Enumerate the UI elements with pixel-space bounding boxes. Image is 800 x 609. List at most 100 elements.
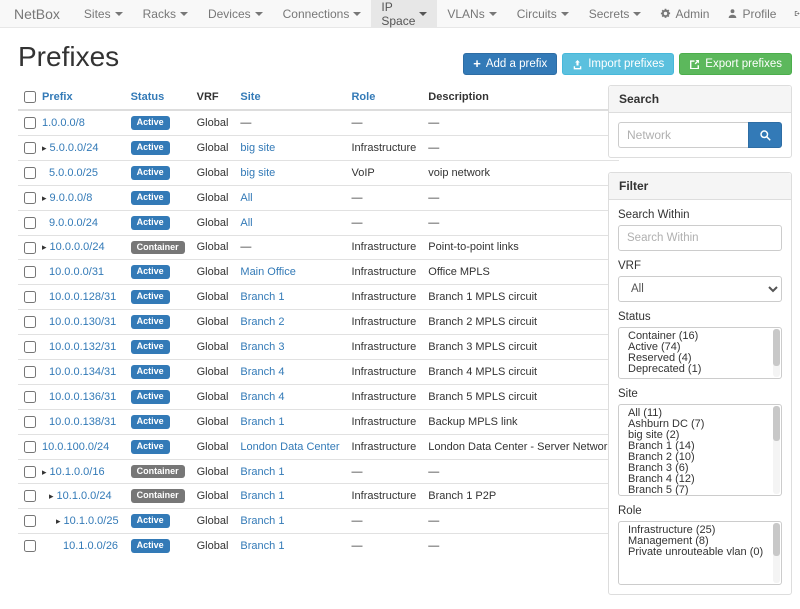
multiselect-option[interactable]: Management (8): [619, 536, 781, 547]
site-link[interactable]: All: [240, 217, 252, 229]
site-cell: All: [234, 210, 345, 235]
row-checkbox[interactable]: [24, 142, 36, 154]
search-input[interactable]: [618, 122, 748, 148]
nav-item-connections[interactable]: Connections: [273, 0, 372, 27]
role-cell: —: [345, 534, 422, 558]
prefix-link[interactable]: 10.1.0.0/24: [57, 490, 112, 502]
import-prefixes-button[interactable]: Import prefixes: [562, 53, 674, 75]
nav-item-secrets[interactable]: Secrets: [579, 0, 652, 27]
multiselect-option[interactable]: Deprecated (1): [619, 364, 781, 375]
site-link[interactable]: Branch 1: [240, 490, 284, 502]
nav-item-vlans[interactable]: VLANs: [437, 0, 506, 27]
prefix-link[interactable]: 5.0.0.0/24: [50, 142, 99, 154]
scrollbar[interactable]: [773, 523, 780, 583]
row-checkbox[interactable]: [24, 416, 36, 428]
prefix-link[interactable]: 10.0.0.128/31: [49, 291, 116, 303]
site-link[interactable]: big site: [240, 142, 275, 154]
filter-multiselect-role[interactable]: Infrastructure (25)Management (8)Private…: [618, 521, 782, 585]
scrollbar-thumb[interactable]: [773, 523, 780, 556]
nav-item-profile[interactable]: Profile: [718, 0, 785, 27]
row-checkbox[interactable]: [24, 540, 36, 552]
site-link[interactable]: Branch 1: [240, 466, 284, 478]
add-prefix-button[interactable]: + Add a prefix: [463, 53, 557, 75]
prefix-link[interactable]: 1.0.0.0/8: [42, 117, 85, 129]
prefix-link[interactable]: 10.0.0.132/31: [49, 341, 116, 353]
site-link[interactable]: London Data Center: [240, 441, 339, 453]
status-badge: Active: [131, 290, 170, 304]
prefix-link[interactable]: 9.0.0.0/24: [49, 217, 98, 229]
multiselect-option[interactable]: Infrastructure (25): [619, 525, 781, 536]
scrollbar-thumb[interactable]: [773, 406, 780, 441]
site-link[interactable]: Branch 2: [240, 316, 284, 328]
status-badge: Container: [131, 465, 185, 479]
brand-logo[interactable]: NetBox: [14, 0, 60, 27]
site-link[interactable]: Branch 1: [240, 515, 284, 527]
site-link[interactable]: big site: [240, 167, 275, 179]
nav-item-admin[interactable]: Admin: [651, 0, 718, 27]
row-checkbox[interactable]: [24, 441, 36, 453]
multiselect-option[interactable]: Private unrouteable vlan (0): [619, 547, 781, 558]
row-checkbox[interactable]: [24, 490, 36, 502]
row-checkbox[interactable]: [24, 117, 36, 129]
export-prefixes-button[interactable]: Export prefixes: [679, 53, 792, 75]
scrollbar-thumb[interactable]: [773, 329, 780, 366]
column-header-role[interactable]: Role: [345, 85, 422, 110]
nav-item-circuits[interactable]: Circuits: [507, 0, 579, 27]
prefix-link[interactable]: 10.0.0.0/24: [50, 241, 105, 253]
nav-item-racks[interactable]: Racks: [133, 0, 198, 27]
filter-multiselect-status[interactable]: Container (16)Active (74)Reserved (4)Dep…: [618, 327, 782, 379]
site-link[interactable]: Branch 1: [240, 416, 284, 428]
column-header-prefix[interactable]: Prefix: [36, 85, 125, 110]
prefix-link[interactable]: 10.0.0.134/31: [49, 366, 116, 378]
column-header-site[interactable]: Site: [234, 85, 345, 110]
row-checkbox[interactable]: [24, 192, 36, 204]
row-checkbox[interactable]: [24, 466, 36, 478]
role-cell: Infrastructure: [345, 260, 422, 285]
row-checkbox[interactable]: [24, 266, 36, 278]
nav-item-devices[interactable]: Devices: [198, 0, 273, 27]
column-header-status[interactable]: Status: [125, 85, 191, 110]
table-row: ▸10.1.0.0/24ContainerGlobalBranch 1Infra…: [18, 484, 619, 509]
prefix-link[interactable]: 10.0.0.0/31: [49, 266, 104, 278]
select-all-checkbox[interactable]: [24, 91, 36, 103]
prefix-link[interactable]: 10.1.0.0/25: [64, 515, 119, 527]
row-checkbox[interactable]: [24, 515, 36, 527]
table-row: ▸9.0.0.0/8ActiveGlobalAll——: [18, 185, 619, 210]
prefix-link[interactable]: 10.0.0.138/31: [49, 416, 116, 428]
search-button[interactable]: [748, 122, 782, 148]
row-checkbox[interactable]: [24, 291, 36, 303]
prefix-link[interactable]: 10.1.0.0/26: [63, 540, 118, 552]
site-link[interactable]: Branch 3: [240, 341, 284, 353]
prefix-link[interactable]: 10.0.0.136/31: [49, 391, 116, 403]
site-link[interactable]: Branch 4: [240, 366, 284, 378]
row-checkbox[interactable]: [24, 366, 36, 378]
filter-multiselect-site[interactable]: All (11)Ashburn DC (7)big site (2)Branch…: [618, 404, 782, 496]
site-link[interactable]: Branch 1: [240, 540, 284, 552]
site-link[interactable]: Branch 4: [240, 391, 284, 403]
nav-item-label: Sites: [84, 7, 111, 21]
table-row: 10.0.0.138/31ActiveGlobalBranch 1Infrast…: [18, 409, 619, 434]
prefix-link[interactable]: 10.0.100.0/24: [42, 441, 109, 453]
nav-item-sites[interactable]: Sites: [74, 0, 133, 27]
row-checkbox[interactable]: [24, 391, 36, 403]
filter-select-vrf[interactable]: All: [618, 276, 782, 302]
site-link[interactable]: Branch 1: [240, 291, 284, 303]
prefix-link[interactable]: 9.0.0.0/8: [50, 192, 93, 204]
prefix-link[interactable]: 5.0.0.0/25: [49, 167, 98, 179]
nav-item-ip-space[interactable]: IP Space: [371, 0, 437, 27]
nav-item-log-out[interactable]: Log out: [785, 0, 800, 27]
vrf-cell: Global: [191, 310, 235, 335]
table-row: 10.0.0.130/31ActiveGlobalBranch 2Infrast…: [18, 310, 619, 335]
row-checkbox[interactable]: [24, 217, 36, 229]
row-checkbox[interactable]: [24, 316, 36, 328]
scrollbar[interactable]: [773, 329, 780, 377]
row-checkbox[interactable]: [24, 341, 36, 353]
filter-input-search-within[interactable]: [618, 225, 782, 251]
row-checkbox[interactable]: [24, 167, 36, 179]
site-link[interactable]: Main Office: [240, 266, 295, 278]
prefix-link[interactable]: 10.0.0.130/31: [49, 316, 116, 328]
site-link[interactable]: All: [240, 192, 252, 204]
prefix-link[interactable]: 10.1.0.0/16: [50, 466, 105, 478]
scrollbar[interactable]: [773, 406, 780, 494]
row-checkbox[interactable]: [24, 242, 36, 254]
